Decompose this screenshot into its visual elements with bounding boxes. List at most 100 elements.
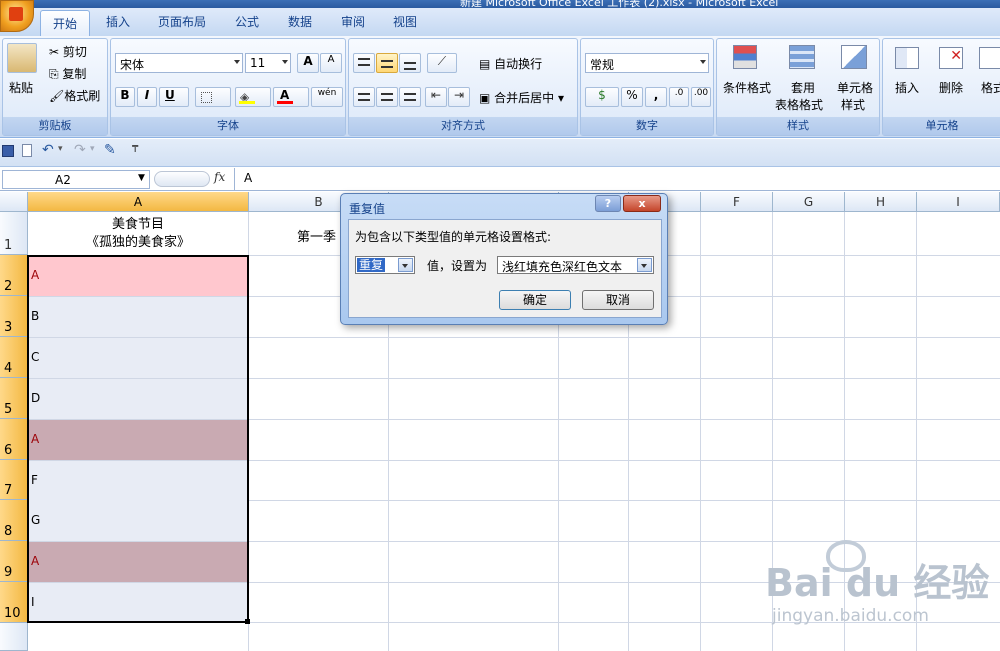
tab-data[interactable]: 数据 [288, 13, 312, 30]
cut-button[interactable]: ✂ 剪切 [49, 43, 87, 60]
col-header-g[interactable]: G [773, 192, 845, 212]
col-header-h[interactable]: H [845, 192, 917, 212]
formula-bar-divider-handle[interactable] [154, 171, 210, 187]
delete-cells-button[interactable]: 删除 [939, 79, 963, 96]
table-format-line1[interactable]: 套用 [791, 79, 815, 96]
insert-function-button[interactable]: fx [214, 170, 225, 184]
grow-font-button[interactable]: A [297, 53, 319, 73]
type-select[interactable]: 重复 [355, 256, 415, 274]
conditional-format-button[interactable]: 条件格式 [723, 79, 771, 96]
redo-dropdown-icon[interactable]: ▾ [90, 144, 95, 154]
orientation-button[interactable]: ⟋ [427, 53, 457, 73]
cell-b1[interactable]: 第一季 [297, 226, 336, 245]
new-document-icon[interactable] [22, 144, 32, 157]
align-left-button[interactable] [353, 87, 375, 107]
merge-center-button[interactable]: ▣ 合并后居中 ▾ [479, 89, 564, 106]
row-header-1[interactable]: 1 [0, 212, 28, 255]
table-format-line2[interactable]: 表格格式 [775, 96, 823, 113]
cell-a3[interactable]: B [28, 297, 248, 337]
align-center-button[interactable] [376, 87, 398, 107]
name-box[interactable]: A2 [2, 170, 150, 189]
cell-a2[interactable]: A [28, 256, 248, 296]
align-top-button[interactable] [353, 53, 375, 73]
paste-button[interactable]: 粘贴 [9, 79, 33, 96]
cell-a4[interactable]: C [28, 338, 248, 378]
cell-styles-line1[interactable]: 单元格 [837, 79, 873, 96]
format-cells-button[interactable]: 格式 [981, 79, 1000, 96]
align-right-button[interactable] [399, 87, 421, 107]
copy-button[interactable]: ⎘ 复制 [49, 65, 86, 82]
select-all-corner[interactable] [0, 192, 28, 212]
col-header-f[interactable]: F [701, 192, 773, 212]
paste-icon[interactable] [7, 43, 37, 73]
row-header-10[interactable]: 10 [0, 582, 28, 623]
ok-button[interactable]: 确定 [499, 290, 571, 310]
row-header-11[interactable] [0, 623, 28, 651]
shrink-font-button[interactable]: A [320, 53, 342, 73]
fill-color-button[interactable]: ◈ [235, 87, 271, 107]
currency-button[interactable]: $ [585, 87, 619, 107]
number-format-select[interactable]: 常规 [585, 53, 709, 73]
comma-button[interactable]: , [645, 87, 667, 107]
cell-a7[interactable]: F [28, 461, 248, 501]
bold-button[interactable]: B [115, 87, 135, 107]
fill-handle[interactable] [245, 619, 250, 624]
customize-toolbar-icon[interactable]: ₸ [132, 144, 138, 155]
cancel-button[interactable]: 取消 [582, 290, 654, 310]
row-header-4[interactable]: 4 [0, 337, 28, 378]
font-color-button[interactable]: A [273, 87, 309, 107]
spelling-icon[interactable]: ✎ [104, 142, 116, 158]
format-select[interactable]: 浅红填充色深红色文本 [497, 256, 654, 274]
ribbon-tab-bar: 开始 插入 页面布局 公式 数据 审阅 视图 [0, 8, 1000, 36]
type-select-arrow[interactable] [398, 258, 413, 272]
decrease-decimal-button[interactable]: .00 [691, 87, 711, 107]
row-header-6[interactable]: 6 [0, 419, 28, 460]
insert-cells-button[interactable]: 插入 [895, 79, 919, 96]
font-name-select[interactable]: 宋体 [115, 53, 243, 73]
tab-home[interactable]: 开始 [40, 10, 91, 36]
increase-indent-button[interactable]: ⇥ [448, 87, 470, 107]
col-header-i[interactable]: I [917, 192, 1000, 212]
alignment-group-label: 对齐方式 [349, 117, 577, 135]
help-button[interactable]: ? [595, 195, 621, 212]
cell-a9[interactable]: A [28, 542, 248, 582]
undo-dropdown-icon[interactable]: ▾ [58, 144, 63, 154]
row-header-5[interactable]: 5 [0, 378, 28, 419]
cell-a8[interactable]: G [28, 501, 248, 541]
save-icon[interactable] [2, 145, 14, 157]
tab-page-layout[interactable]: 页面布局 [158, 13, 206, 30]
wrap-text-button[interactable]: ▤ 自动换行 [479, 55, 542, 72]
col-header-a[interactable]: A [28, 192, 249, 212]
border-button[interactable] [195, 87, 231, 107]
row-header-7[interactable]: 7 [0, 460, 28, 500]
tab-insert[interactable]: 插入 [106, 13, 130, 30]
formula-input[interactable]: A [234, 168, 1000, 190]
underline-button[interactable]: U [159, 87, 189, 107]
row-header-9[interactable]: 9 [0, 541, 28, 582]
cell-a10[interactable]: I [28, 583, 248, 623]
row-header-8[interactable]: 8 [0, 500, 28, 541]
row-header-2[interactable]: 2 [0, 255, 28, 296]
redo-icon[interactable]: ↷ [74, 142, 86, 158]
align-bottom-button[interactable] [399, 53, 421, 73]
decrease-indent-button[interactable]: ⇤ [425, 87, 447, 107]
align-middle-button[interactable] [376, 53, 398, 73]
font-size-select[interactable]: 11 [245, 53, 291, 73]
close-button[interactable]: x [623, 195, 661, 212]
undo-icon[interactable]: ↶ [42, 142, 54, 158]
percent-button[interactable]: % [621, 87, 643, 107]
cell-a6[interactable]: A [28, 420, 248, 460]
tab-view[interactable]: 视图 [393, 13, 417, 30]
format-select-arrow[interactable] [637, 258, 652, 272]
italic-button[interactable]: I [137, 87, 157, 107]
increase-decimal-button[interactable]: .0 [669, 87, 689, 107]
format-painter-button[interactable]: 🖌格式刷 [49, 87, 100, 104]
row-header-3[interactable]: 3 [0, 296, 28, 337]
tab-formulas[interactable]: 公式 [235, 13, 259, 30]
cell-a1[interactable]: 美食节目 《孤独的美食家》 [28, 213, 248, 255]
cell-a5[interactable]: D [28, 379, 248, 419]
tab-review[interactable]: 审阅 [341, 13, 365, 30]
phonetic-button[interactable]: wén [311, 87, 343, 107]
name-box-dropdown-icon[interactable]: ▼ [138, 173, 145, 183]
cell-styles-line2[interactable]: 样式 [841, 96, 865, 113]
